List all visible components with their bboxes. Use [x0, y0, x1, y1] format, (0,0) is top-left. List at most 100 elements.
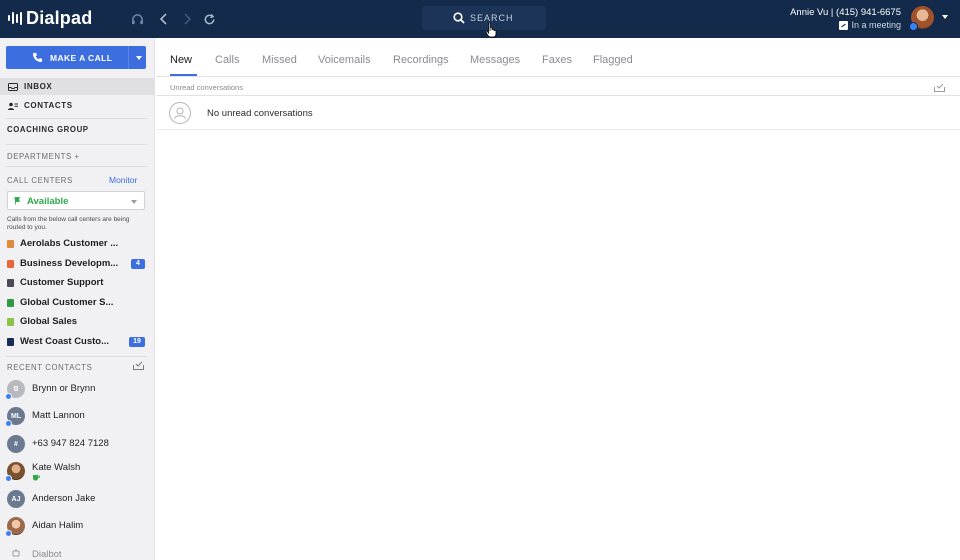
- sidebar-item-call-center[interactable]: Aerolabs Customer ...: [0, 235, 154, 253]
- divider: [6, 166, 147, 167]
- make-a-call-label: MAKE A CALL: [50, 53, 113, 63]
- online-status-dot: [909, 22, 918, 31]
- call-center-color-swatch: [7, 279, 14, 287]
- inbox-tabs: New Calls Missed Voicemails Recordings M…: [156, 38, 960, 77]
- recent-contacts-heading: RECENT CONTACTS: [7, 363, 93, 372]
- recent-contact-item[interactable]: B Brynn or Brynn: [0, 376, 154, 402]
- button-divider: [128, 46, 129, 69]
- sidebar-item-call-center[interactable]: Global Customer S...: [0, 294, 154, 312]
- recent-contact-item[interactable]: ML Matt Lannon: [0, 403, 154, 429]
- recent-contact-item[interactable]: # +63 947 824 7128: [0, 431, 154, 457]
- sidebar: MAKE A CALL INBOX CONTACTS COACHING GROU…: [0, 38, 155, 560]
- online-status-dot: [5, 475, 12, 482]
- sidebar-item-label: CONTACTS: [24, 101, 73, 110]
- recent-contact-item[interactable]: AJ Anderson Jake: [0, 486, 154, 512]
- empty-contact-avatar-icon: [169, 102, 191, 124]
- contact-name: Dialbot: [32, 549, 62, 560]
- user-avatar[interactable]: [909, 6, 934, 31]
- tab-calls[interactable]: Calls: [215, 54, 239, 66]
- call-center-label: Aerolabs Customer ...: [20, 238, 119, 249]
- unread-count-badge: 4: [131, 259, 145, 269]
- sidebar-item-call-center[interactable]: Business Developm... 4: [0, 255, 154, 273]
- empty-state-label: No unread conversations: [207, 108, 313, 119]
- make-a-call-button[interactable]: MAKE A CALL: [6, 46, 146, 69]
- sidebar-item-departments[interactable]: DEPARTMENTS +: [7, 152, 80, 161]
- sidebar-item-call-center[interactable]: West Coast Custo... 19: [0, 333, 154, 351]
- contact-name: Kate Walsh: [32, 462, 81, 473]
- online-status-dot: [5, 420, 12, 427]
- routed-note: Calls from the below call centers are be…: [7, 216, 130, 231]
- headset-icon[interactable]: [128, 10, 146, 28]
- avatar: #: [7, 435, 25, 453]
- tab-faxes[interactable]: Faxes: [542, 54, 572, 66]
- mark-read-tray-icon[interactable]: [133, 361, 144, 370]
- tab-recordings[interactable]: Recordings: [393, 54, 449, 66]
- recent-contact-item[interactable]: Dialbot: [0, 540, 154, 560]
- empty-state-row: No unread conversations: [156, 97, 960, 130]
- divider: [6, 144, 147, 145]
- search-icon: [453, 12, 465, 24]
- divider: [6, 118, 147, 119]
- tab-new[interactable]: New: [170, 54, 192, 66]
- unread-conversations-label: Unread conversations: [170, 83, 243, 92]
- divider: [6, 356, 147, 357]
- contact-name: Aidan Halim: [32, 520, 84, 531]
- contact-name: +63 947 824 7128: [32, 438, 109, 449]
- refresh-icon[interactable]: [200, 10, 218, 28]
- meeting-status-icon: [839, 20, 849, 30]
- hand-cursor-icon: [486, 23, 497, 38]
- user-status: In a meeting: [851, 20, 901, 30]
- forward-arrow-icon[interactable]: [178, 10, 196, 28]
- user-menu-chevron-down-icon[interactable]: [942, 15, 948, 19]
- call-center-color-swatch: [7, 338, 14, 346]
- availability-select[interactable]: Available: [7, 191, 145, 210]
- call-center-label: Customer Support: [20, 277, 104, 288]
- dialbot-icon: [7, 544, 25, 560]
- user-info[interactable]: Annie Vu | (415) 941-6675 In a meeting: [790, 7, 901, 30]
- main-scrollbar[interactable]: [950, 97, 960, 560]
- mark-all-read-tray-icon[interactable]: [934, 83, 945, 92]
- call-centers-heading: CALL CENTERS: [7, 176, 73, 185]
- recent-contact-item[interactable]: Kate Walsh: [0, 458, 154, 484]
- monitor-link[interactable]: Monitor: [109, 175, 137, 185]
- sidebar-item-call-center[interactable]: Global Sales: [0, 313, 154, 331]
- availability-value: Available: [27, 196, 69, 207]
- call-center-label: Business Developm...: [20, 258, 119, 269]
- call-center-color-swatch: [7, 260, 14, 268]
- call-center-color-swatch: [7, 240, 14, 248]
- user-name-number: Annie Vu | (415) 941-6675: [790, 7, 901, 18]
- phone-icon: [32, 52, 43, 63]
- contact-name: Anderson Jake: [32, 493, 96, 504]
- unread-count-badge: 19: [129, 337, 145, 347]
- call-center-color-swatch: [7, 299, 14, 307]
- sidebar-item-contacts[interactable]: CONTACTS: [0, 97, 154, 114]
- tab-flagged[interactable]: Flagged: [593, 54, 633, 66]
- make-a-call-chevron-down-icon[interactable]: [136, 56, 142, 60]
- dialpad-logo-icon: [8, 11, 22, 25]
- call-center-color-swatch: [7, 318, 14, 326]
- sidebar-item-label: INBOX: [24, 82, 53, 91]
- sidebar-item-call-center[interactable]: Customer Support: [0, 274, 154, 292]
- search-label: SEARCH: [470, 13, 514, 23]
- online-status-dot: [5, 530, 12, 537]
- sidebar-item-coaching-group[interactable]: COACHING GROUP: [7, 125, 89, 134]
- tab-missed[interactable]: Missed: [262, 54, 297, 66]
- call-center-label: West Coast Custo...: [20, 336, 110, 347]
- call-center-label: Global Customer S...: [20, 297, 114, 308]
- sidebar-item-inbox[interactable]: INBOX: [0, 78, 154, 95]
- active-tab-indicator: [170, 74, 197, 76]
- contact-name: Matt Lannon: [32, 410, 85, 421]
- availability-chevron-down-icon: [131, 200, 137, 204]
- unread-conversations-header: Unread conversations: [156, 78, 960, 96]
- search-bar[interactable]: SEARCH: [422, 6, 546, 30]
- recent-contact-item[interactable]: Aidan Halim: [0, 513, 154, 539]
- tab-voicemails[interactable]: Voicemails: [318, 54, 371, 66]
- avatar: AJ: [7, 490, 25, 508]
- back-arrow-icon[interactable]: [155, 10, 173, 28]
- dialpad-logo[interactable]: Dialpad: [8, 8, 92, 28]
- coffee-status-icon: [32, 473, 41, 483]
- tab-messages[interactable]: Messages: [470, 54, 520, 66]
- contact-name: Brynn or Brynn: [32, 383, 96, 394]
- online-status-dot: [5, 393, 12, 400]
- inbox-icon: [8, 82, 18, 91]
